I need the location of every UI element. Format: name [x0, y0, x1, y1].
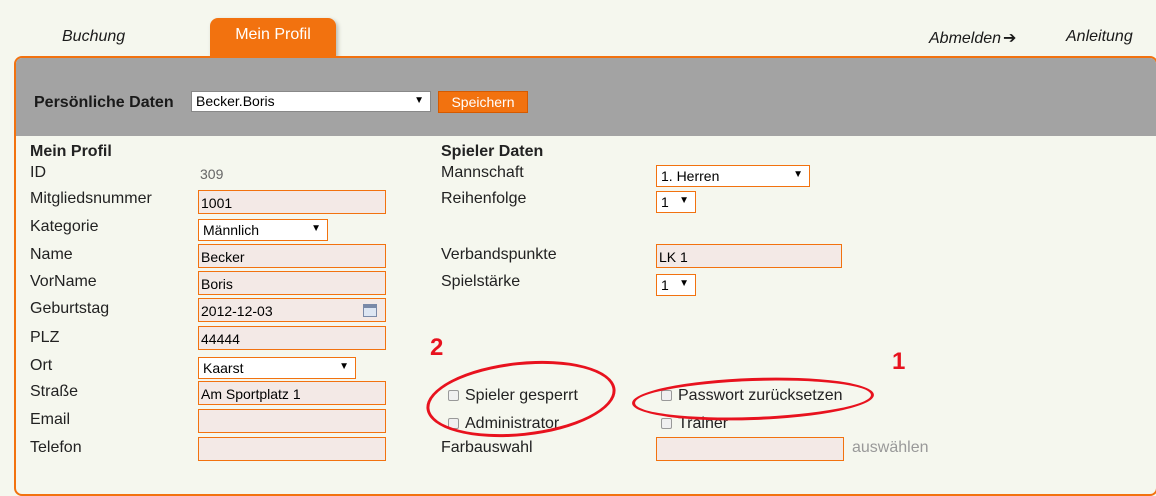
profile-panel: Persönliche Daten Becker.Boris ▼ Speiche…: [14, 56, 1156, 496]
email-label: Email: [30, 411, 71, 428]
city-select-value: Kaarst: [203, 360, 244, 376]
firstname-input[interactable]: Boris: [198, 271, 386, 295]
calendar-icon[interactable]: [363, 304, 377, 317]
category-select[interactable]: Männlich ▼: [198, 219, 328, 241]
checkbox-icon: [661, 418, 672, 429]
annotation-number-1: 1: [892, 348, 906, 375]
order-label: Reihenfolge: [441, 190, 527, 207]
strength-select[interactable]: 1 ▼: [656, 274, 696, 296]
phone-input[interactable]: [198, 437, 386, 461]
category-select-value: Männlich: [203, 222, 260, 238]
panel-header: Persönliche Daten Becker.Boris ▼ Speiche…: [16, 58, 1156, 136]
email-input[interactable]: [198, 409, 386, 433]
color-pick-link[interactable]: auswählen: [852, 439, 929, 457]
color-input[interactable]: [656, 437, 844, 461]
player-heading: Spieler Daten: [441, 143, 544, 160]
team-label: Mannschaft: [441, 164, 524, 181]
street-label: Straße: [30, 383, 79, 400]
birthday-input[interactable]: 2012-12-03: [198, 298, 386, 322]
profile-heading: Mein Profil: [30, 143, 112, 160]
zip-input[interactable]: 44444: [198, 326, 386, 350]
color-label: Farbauswahl: [441, 439, 533, 456]
tab-my-profile[interactable]: Mein Profil: [210, 18, 336, 58]
id-label: ID: [30, 164, 46, 181]
city-select[interactable]: Kaarst ▼: [198, 357, 356, 379]
annotation-circle-1: [631, 373, 875, 425]
name-label: Name: [30, 246, 73, 263]
chevron-down-icon: ▼: [679, 195, 689, 206]
category-label: Kategorie: [30, 218, 99, 235]
nav-link-booking[interactable]: Buchung: [62, 28, 125, 46]
user-select[interactable]: Becker.Boris ▼: [191, 91, 431, 112]
name-input[interactable]: Becker: [198, 244, 386, 268]
top-navigation: Buchung Mein Profil Abmelden ➔ Anleitung: [0, 0, 1156, 58]
nav-link-logout[interactable]: Abmelden ➔: [929, 28, 1016, 48]
points-input[interactable]: LK 1: [656, 244, 842, 268]
nav-link-manual[interactable]: Anleitung: [1066, 28, 1133, 46]
order-select-value: 1: [661, 194, 669, 210]
firstname-label: VorName: [30, 273, 97, 290]
logout-label: Abmelden: [929, 30, 1002, 47]
team-select[interactable]: 1. Herren ▼: [656, 165, 810, 187]
annotation-number-2: 2: [430, 334, 444, 361]
points-label: Verbandspunkte: [441, 246, 557, 263]
zip-label: PLZ: [30, 329, 60, 346]
city-label: Ort: [30, 357, 53, 374]
id-value: 309: [200, 166, 224, 182]
personal-data-title: Persönliche Daten: [34, 94, 174, 111]
member-number-label: Mitgliedsnummer: [30, 190, 152, 207]
phone-label: Telefon: [30, 439, 82, 456]
chevron-down-icon: ▼: [414, 95, 424, 106]
birthday-value: 2012-12-03: [201, 303, 273, 319]
logout-icon: ➔: [1003, 30, 1017, 47]
strength-select-value: 1: [661, 277, 669, 293]
street-input[interactable]: Am Sportplatz 1: [198, 381, 386, 405]
strength-label: Spielstärke: [441, 273, 521, 290]
team-select-value: 1. Herren: [661, 168, 720, 184]
chevron-down-icon: ▼: [339, 361, 349, 372]
chevron-down-icon: ▼: [679, 278, 689, 289]
chevron-down-icon: ▼: [793, 169, 803, 180]
save-button[interactable]: Speichern: [438, 91, 528, 113]
user-select-value: Becker.Boris: [196, 93, 275, 109]
birthday-label: Geburtstag: [30, 300, 110, 317]
member-number-input[interactable]: 1001: [198, 190, 386, 214]
order-select[interactable]: 1 ▼: [656, 191, 696, 213]
chevron-down-icon: ▼: [311, 223, 321, 234]
